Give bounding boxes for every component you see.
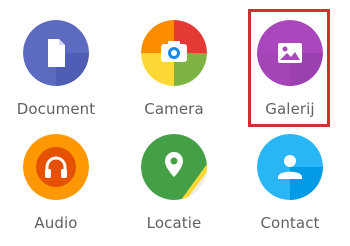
- document-icon: [23, 20, 89, 86]
- contact-option[interactable]: Contact: [240, 134, 340, 244]
- selection-highlight: [248, 9, 330, 127]
- camera-option[interactable]: Camera: [124, 20, 224, 130]
- location-label: Locatie: [146, 214, 202, 232]
- location-pin-icon: [141, 134, 207, 200]
- contact-icon: [257, 134, 323, 200]
- audio-label: Audio: [34, 214, 78, 232]
- attachment-picker: Document Camera Galerij Audio Locatie Co…: [0, 0, 350, 246]
- audio-option[interactable]: Audio: [6, 134, 106, 244]
- document-option[interactable]: Document: [6, 20, 106, 130]
- headphones-icon: [23, 134, 89, 200]
- camera-icon: [141, 20, 207, 86]
- contact-label: Contact: [260, 214, 320, 232]
- location-option[interactable]: Locatie: [124, 134, 224, 244]
- document-label: Document: [16, 100, 96, 118]
- camera-label: Camera: [144, 100, 204, 118]
